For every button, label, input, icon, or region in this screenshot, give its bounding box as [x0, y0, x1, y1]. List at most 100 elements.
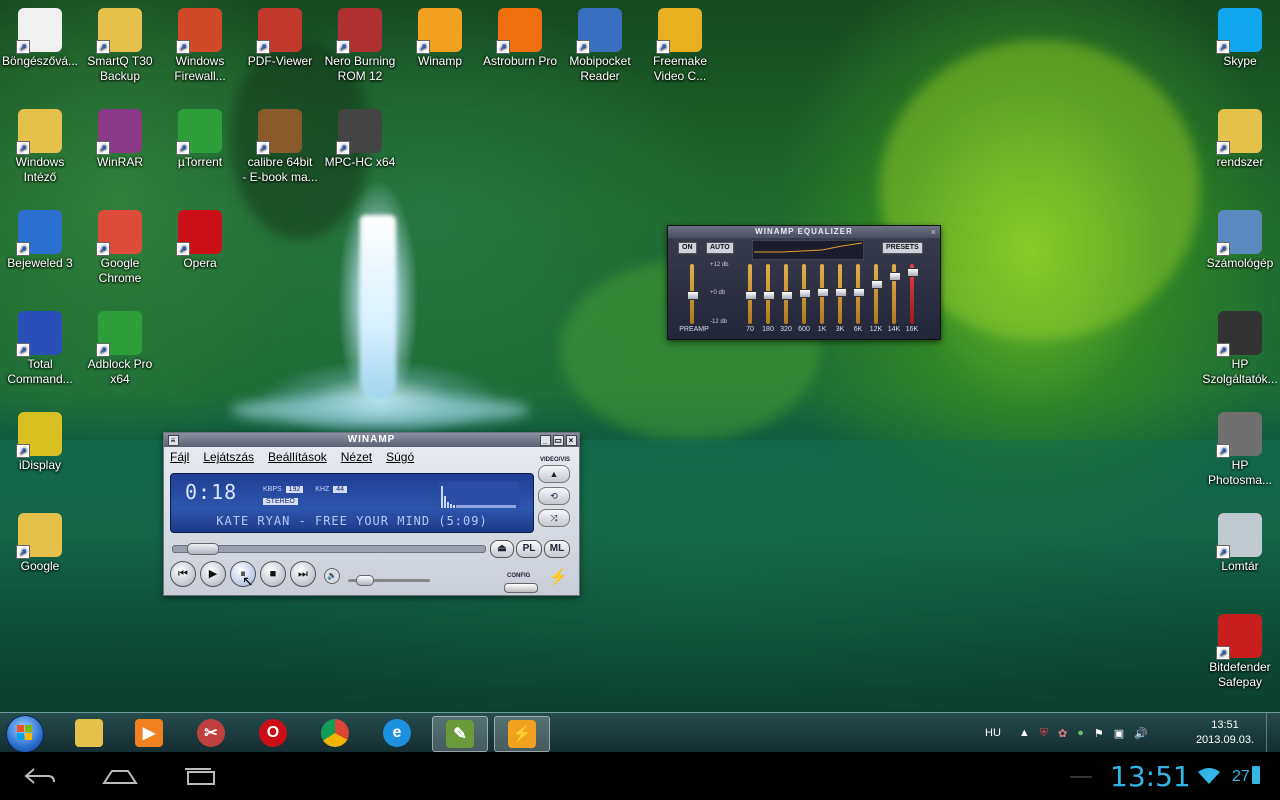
repeat-button[interactable]: ⟲ — [538, 487, 570, 505]
preamp-knob[interactable] — [687, 291, 699, 300]
desktop-icon-right-2[interactable]: ↗ Számológép — [1200, 202, 1280, 271]
stop-button[interactable]: ■ — [260, 561, 286, 587]
previous-button[interactable]: ⏮ — [170, 561, 196, 587]
taskbar-explorer[interactable] — [62, 716, 116, 750]
desktop-icon-right-5[interactable]: ↗ Lomtár — [1200, 505, 1280, 574]
eq-band-slider[interactable] — [853, 264, 865, 324]
action-center-flag-icon[interactable]: ⚑ — [1094, 727, 1104, 740]
desktop-icon-left-15[interactable]: ↗ Google Chrome — [80, 202, 160, 286]
eq-band-knob[interactable] — [835, 288, 847, 297]
desktop-icon-left-10[interactable]: ↗ WinRAR — [80, 101, 160, 170]
winamp-lightning-icon[interactable]: ⚡ — [548, 567, 568, 587]
desktop-icon-left-20[interactable]: ↗ Google — [0, 505, 80, 574]
eq-band-slider[interactable] — [781, 264, 793, 324]
desktop-icon-left-16[interactable]: ↗ Opera — [160, 202, 240, 271]
desktop-icon-left-0[interactable]: ↗ Böngészővá... — [0, 0, 80, 69]
eq-band-slider[interactable] — [889, 264, 901, 324]
eq-band-slider[interactable] — [835, 264, 847, 324]
tray-app-icon[interactable]: ✿ — [1058, 727, 1067, 740]
eq-band-knob[interactable] — [853, 288, 865, 297]
desktop-icon-left-13[interactable]: ↗ MPC-HC x64 — [320, 101, 400, 170]
eq-band-knob[interactable] — [745, 291, 757, 300]
desktop-icon-left-4[interactable]: ↗ Nero Burning ROM 12 — [320, 0, 400, 84]
eq-band-slider[interactable] — [871, 264, 883, 324]
desktop-icon-left-3[interactable]: ↗ PDF-Viewer — [240, 0, 320, 69]
volume-slider[interactable] — [348, 575, 430, 586]
taskbar-app-active[interactable]: ✎ — [432, 716, 488, 752]
android-clock[interactable]: 13:51 — [1110, 760, 1191, 793]
eq-band-knob[interactable] — [907, 268, 919, 277]
show-desktop-button[interactable] — [1266, 713, 1279, 753]
menu-nezet[interactable]: Nézet — [341, 450, 372, 464]
spectrum-visualizer[interactable] — [439, 482, 519, 508]
eq-band-knob[interactable] — [817, 288, 829, 297]
shuffle-button[interactable]: ⤨ — [538, 509, 570, 527]
desktop-icon-left-6[interactable]: ↗ Astroburn Pro — [480, 0, 560, 69]
eject-button[interactable]: ⏏ — [490, 540, 514, 558]
bitdefender-tray-icon[interactable]: ⛨ — [1040, 727, 1048, 740]
desktop-icon-right-6[interactable]: ↗ Bitdefender Safepay — [1200, 606, 1280, 690]
desktop-icon-right-0[interactable]: ↗ Skype — [1200, 0, 1280, 69]
desktop-icon-left-1[interactable]: ↗ SmartQ T30 Backup — [80, 0, 160, 84]
equalizer-close-icon[interactable]: × — [931, 227, 936, 237]
back-button[interactable] — [20, 762, 60, 790]
menu-lejatszas[interactable]: Lejátszás — [203, 450, 254, 464]
seek-thumb[interactable] — [187, 543, 219, 555]
eq-band-knob[interactable] — [781, 291, 793, 300]
play-button[interactable]: ▶ — [200, 561, 226, 587]
show-hidden-icons-icon[interactable]: ▲ — [1019, 727, 1030, 739]
config-button[interactable] — [504, 583, 538, 593]
desktop-icon-left-9[interactable]: ↗ Windows Intéző — [0, 101, 80, 185]
eq-band-slider[interactable] — [763, 264, 775, 324]
desktop-icon-left-11[interactable]: ↗ µTorrent — [160, 101, 240, 170]
desktop-icon-left-2[interactable]: ↗ Windows Firewall... — [160, 0, 240, 84]
winamp-equalizer[interactable]: WINAMP EQUALIZER × ON AUTO PRESETS +12 d… — [667, 225, 941, 340]
eq-band-slider[interactable] — [745, 264, 757, 324]
time-display[interactable]: 0:18 — [185, 480, 237, 504]
eq-band-knob[interactable] — [871, 280, 883, 289]
desktop-icon-left-8[interactable]: ↗ Freemake Video C... — [640, 0, 720, 84]
video-vis-button[interactable]: ▲ — [538, 465, 570, 483]
menu-fajl[interactable]: Fájl — [170, 450, 189, 464]
desktop-icon-left-12[interactable]: ↗ calibre 64bit - E-book ma... — [240, 101, 320, 185]
desktop-icon-left-14[interactable]: ↗ Bejeweled 3 — [0, 202, 80, 271]
taskbar-clock[interactable]: 13:51 2013.09.03. — [1192, 718, 1258, 748]
taskbar-winamp[interactable]: ⚡ — [494, 716, 550, 752]
winamp-titlebar[interactable]: ≡ WINAMP _ ▭ × — [164, 433, 579, 447]
preamp-slider[interactable] — [687, 264, 699, 324]
playlist-button[interactable]: PL — [516, 540, 542, 558]
desktop-icon-left-5[interactable]: ↗ Winamp — [400, 0, 480, 69]
desktop-icon-left-17[interactable]: ↗ Total Command... — [0, 303, 80, 387]
desktop-icon-right-3[interactable]: ↗ HP Szolgáltatók... — [1200, 303, 1280, 387]
minimize-icon[interactable]: _ — [540, 435, 551, 446]
eq-band-slider[interactable] — [799, 264, 811, 324]
taskbar-chrome[interactable] — [308, 716, 362, 750]
taskbar-opera[interactable]: O — [246, 716, 300, 750]
volume-tray-icon[interactable]: 🔊 — [1134, 727, 1148, 740]
desktop-icon-left-18[interactable]: ↗ Adblock Pro x64 — [80, 303, 160, 387]
eq-band-knob[interactable] — [799, 289, 811, 298]
network-icon[interactable]: ▣ — [1114, 727, 1124, 740]
eq-auto-button[interactable]: AUTO — [706, 242, 734, 254]
desktop-icon-left-19[interactable]: ↗ iDisplay — [0, 404, 80, 473]
eq-presets-button[interactable]: PRESETS — [882, 242, 923, 254]
desktop-icon-right-1[interactable]: ↗ rendszer — [1200, 101, 1280, 170]
eq-band-knob[interactable] — [889, 272, 901, 281]
speaker-icon[interactable]: 🔈 — [324, 568, 340, 584]
utorrent-tray-icon[interactable]: ● — [1077, 727, 1084, 739]
recent-apps-button[interactable] — [180, 762, 220, 790]
shade-icon[interactable]: ▭ — [553, 435, 564, 446]
desktop-icon-left-7[interactable]: ↗ Mobipocket Reader — [560, 0, 640, 84]
winamp-window[interactable]: ≡ WINAMP _ ▭ × Fájl Lejátszás Beállításo… — [163, 432, 580, 596]
home-button[interactable] — [100, 762, 140, 790]
menu-beallitasok[interactable]: Beállítások — [268, 450, 327, 464]
start-button[interactable] — [6, 715, 44, 753]
next-button[interactable]: ⏭ — [290, 561, 316, 587]
eq-band-knob[interactable] — [763, 291, 775, 300]
volume-thumb[interactable] — [356, 575, 374, 586]
close-icon[interactable]: × — [566, 435, 577, 446]
taskbar-ie[interactable]: e — [370, 716, 424, 750]
menu-sugo[interactable]: Súgó — [386, 450, 414, 464]
media-library-button[interactable]: ML — [544, 540, 570, 558]
eq-on-button[interactable]: ON — [678, 242, 697, 254]
